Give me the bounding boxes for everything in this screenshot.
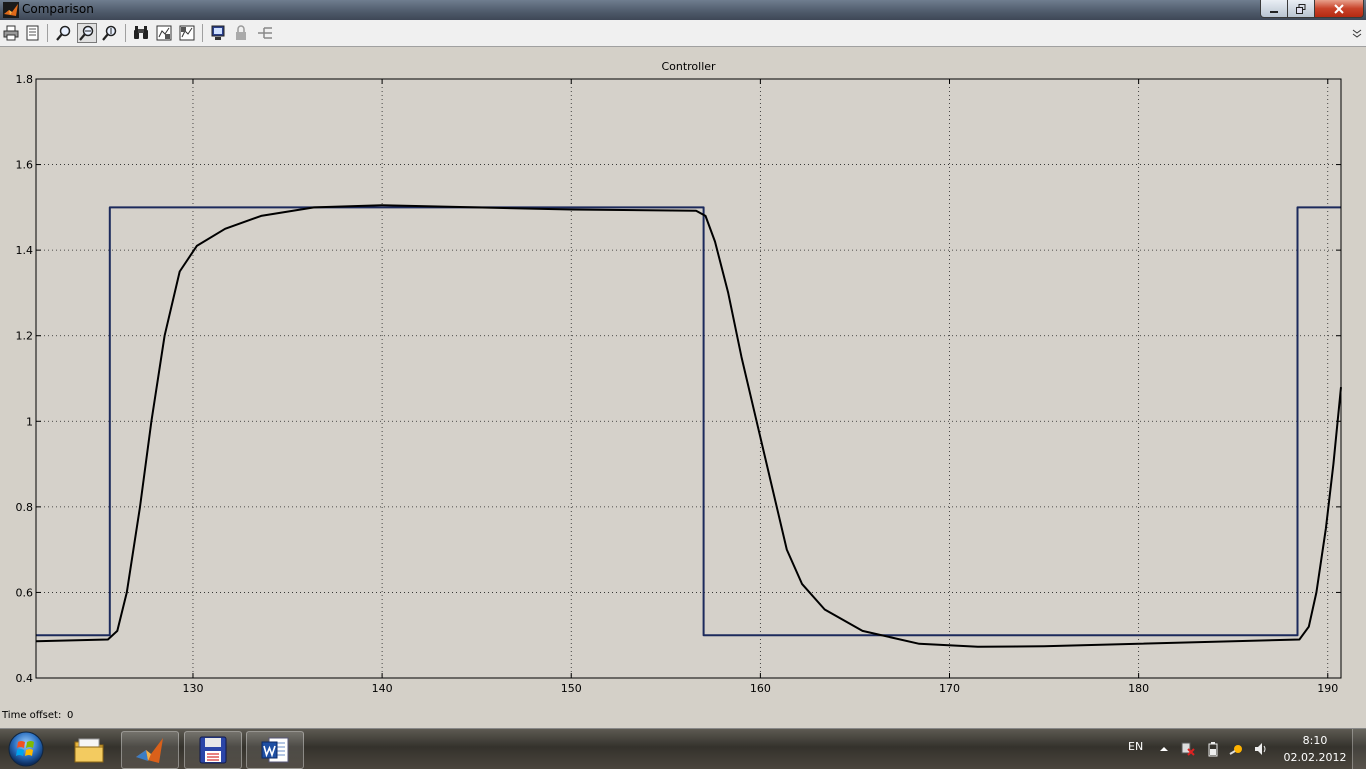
chevron-double-down-icon[interactable] — [1352, 28, 1362, 38]
restore-axes-button[interactable] — [177, 23, 197, 43]
window-title: Comparison — [22, 2, 94, 16]
minimize-button[interactable] — [1260, 0, 1288, 18]
matlab-icon — [136, 738, 163, 763]
notification-icon[interactable] — [1229, 741, 1245, 757]
lock-icon — [236, 25, 246, 40]
clock-time[interactable]: 8:10 — [1290, 734, 1340, 747]
x-tick-label: 130 — [182, 682, 203, 695]
plot-area — [36, 79, 1341, 678]
print-icon — [3, 25, 19, 41]
start-orb-icon[interactable] — [6, 730, 46, 768]
scope-figure: Controller 130 140 150 160 170 180 190 0.4 0.6 0.8… — [0, 47, 1366, 728]
x-tick-label: 140 — [372, 682, 393, 695]
close-icon — [1334, 3, 1344, 14]
save-axes-button[interactable] — [154, 23, 174, 43]
autoscale-button[interactable] — [131, 23, 151, 43]
floating-scope-icon — [211, 25, 225, 40]
time-offset-value: 0 — [67, 710, 74, 721]
show-desktop-button[interactable] — [1352, 729, 1366, 769]
y-tick-label: 1.2 — [16, 330, 34, 343]
y-tick-label: 0.4 — [16, 672, 34, 685]
word-icon — [261, 737, 289, 763]
signal-selector-icon — [258, 27, 272, 39]
y-tick-label: 1 — [26, 415, 33, 428]
y-tick-label: 1.6 — [16, 159, 34, 172]
chart-title: Controller — [661, 60, 716, 73]
taskbar-word[interactable] — [246, 731, 304, 769]
taskbar-explorer[interactable] — [60, 731, 118, 769]
taskbar-matlab[interactable] — [121, 731, 179, 769]
x-tick-label: 190 — [1317, 682, 1338, 695]
window-title-bar[interactable]: Comparison — [0, 0, 1366, 20]
save-disk-icon — [199, 736, 227, 764]
tray-expand-icon[interactable] — [1156, 741, 1172, 757]
x-tick-label: 180 — [1128, 682, 1149, 695]
scope-toolbar — [0, 20, 1366, 47]
y-tick-label: 1.4 — [16, 244, 34, 257]
zoom-x-button[interactable] — [77, 23, 97, 43]
zoom-x-icon — [79, 25, 94, 41]
signal-selector-button[interactable] — [255, 23, 275, 43]
clock-date[interactable]: 02.02.2012 — [1283, 751, 1347, 764]
close-button[interactable] — [1314, 0, 1364, 18]
restore-axes-icon — [179, 25, 195, 41]
matlab-logo-icon — [3, 2, 19, 18]
x-tick-label: 150 — [561, 682, 582, 695]
battery-icon[interactable] — [1205, 741, 1221, 757]
lock-axes-button[interactable] — [231, 23, 251, 43]
print-preview-icon — [26, 25, 39, 41]
restore-icon — [1296, 3, 1306, 14]
time-offset-label: Time offset: — [2, 710, 62, 721]
input-language[interactable]: EN — [1128, 740, 1143, 753]
network-error-icon[interactable] — [1180, 741, 1196, 757]
controller-plot[interactable]: Controller 130 140 150 160 170 180 190 0.4 0.6 0.8… — [0, 47, 1366, 707]
floating-scope-button[interactable] — [208, 23, 228, 43]
zoom-button[interactable] — [54, 23, 74, 43]
y-tick-label: 0.6 — [16, 586, 34, 599]
parameters-button[interactable] — [23, 23, 43, 43]
x-tick-label: 160 — [750, 682, 771, 695]
folder-icon — [74, 738, 104, 763]
print-button[interactable] — [1, 23, 21, 43]
x-tick-label: 170 — [939, 682, 960, 695]
zoom-y-button[interactable] — [100, 23, 120, 43]
save-axes-icon — [156, 25, 172, 41]
zoom-y-icon — [102, 25, 117, 41]
y-tick-label: 0.8 — [16, 501, 34, 514]
maximize-button[interactable] — [1287, 0, 1315, 18]
taskbar-save[interactable] — [184, 731, 242, 769]
y-tick-label: 1.8 — [16, 73, 34, 86]
binoculars-icon — [134, 26, 148, 39]
windows-taskbar: EN 8:10 02.02.2012 — [0, 728, 1366, 769]
zoom-in-icon — [56, 25, 71, 41]
minimize-icon — [1270, 10, 1278, 13]
volume-icon[interactable] — [1253, 741, 1269, 757]
